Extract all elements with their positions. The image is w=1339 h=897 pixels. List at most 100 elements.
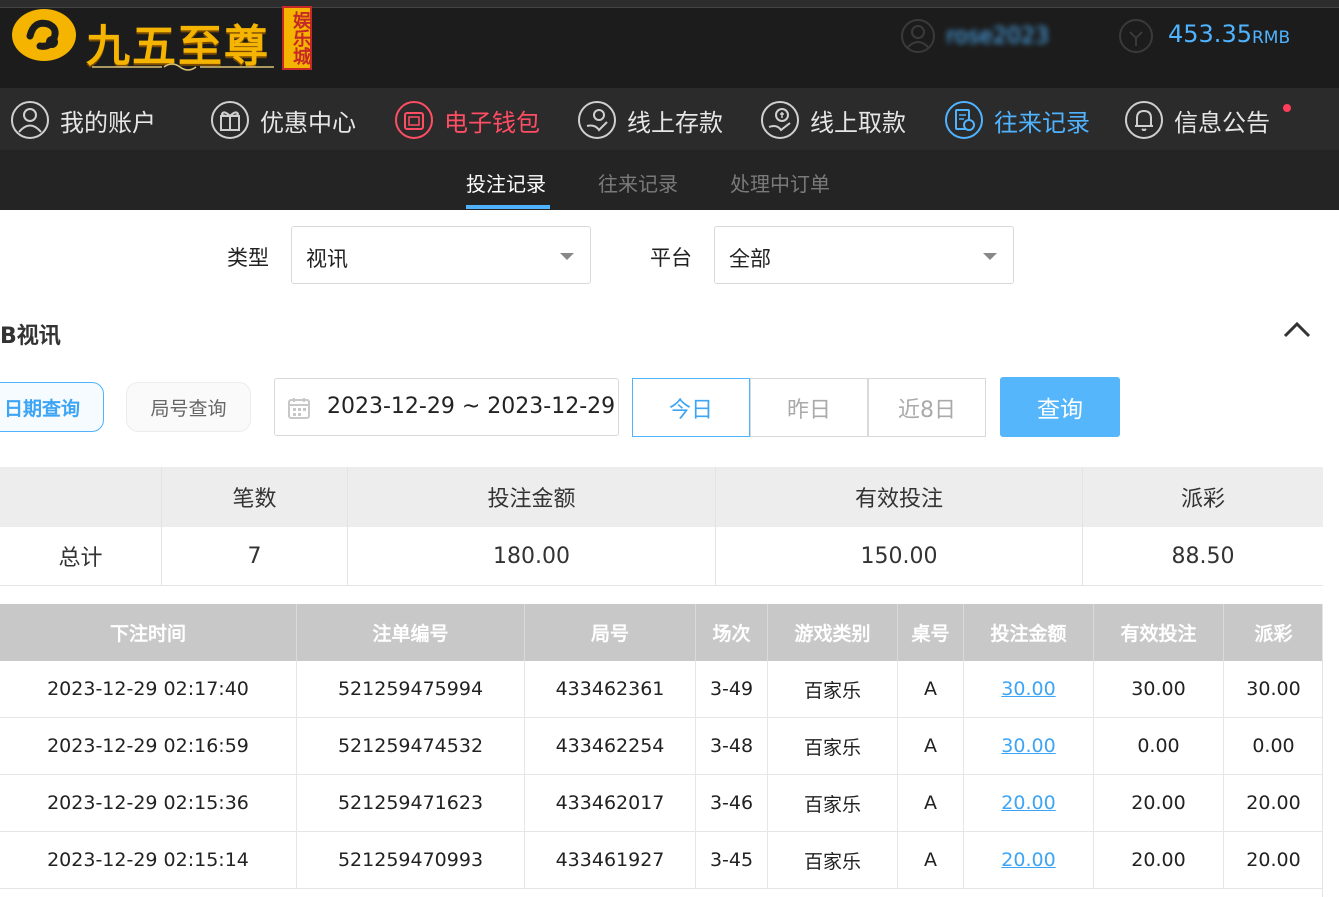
bet-amount-link[interactable]: 30.00: [964, 718, 1094, 774]
round-id-cell: 433462361: [525, 661, 696, 717]
quick-yesterday-button[interactable]: 昨日: [750, 378, 868, 437]
table-row: 2023-12-29 02:15:14 521259470993 4334619…: [0, 832, 1322, 889]
nav-item-transaction-records[interactable]: 往来记录: [944, 100, 1090, 140]
withdraw-icon: [761, 101, 799, 139]
nav-item-my-account[interactable]: 我的账户: [10, 100, 156, 140]
avatar-icon: [901, 19, 935, 53]
quick-date-group: 今日 昨日 近8日: [632, 378, 986, 437]
balance-info[interactable]: 453.35 RMB: [1118, 18, 1318, 54]
valid-bet-cell: 20.00: [1094, 775, 1224, 831]
summary-cell: 7: [162, 527, 348, 585]
type-label: 类型: [227, 246, 269, 270]
records-header-cell: 场次: [696, 604, 768, 661]
records-header-cell: 派彩: [1254, 623, 1293, 645]
table-no-cell: A: [898, 661, 964, 717]
summary-header-cell: 有效投注: [716, 467, 1083, 527]
user-info[interactable]: rose2023: [900, 18, 1070, 54]
table-no-cell: A: [898, 775, 964, 831]
summary-header-cell: 派彩: [1180, 487, 1225, 512]
chevron-down-icon: [560, 253, 574, 260]
nav-label: 线上存款: [627, 108, 723, 137]
records-header-cell: 注单编号: [297, 604, 525, 661]
wallet-icon: [395, 101, 433, 139]
bet-time-cell: 2023-12-29 02:17:40: [0, 661, 297, 717]
bet-id-cell: 521259471623: [297, 775, 525, 831]
bet-id-cell: 521259474532: [297, 718, 525, 774]
round-id-cell: 433462017: [525, 775, 696, 831]
type-select[interactable]: 视讯: [291, 226, 591, 284]
sub-tabs: 投注记录 往来记录 处理中订单: [0, 150, 1339, 210]
balance-value: 453.35: [1168, 20, 1252, 48]
nav-label: 线上取款: [810, 108, 906, 137]
platform-select[interactable]: 全部: [714, 226, 1014, 284]
coin-icon: [1119, 19, 1153, 53]
session-cell: 3-46: [696, 775, 768, 831]
records-header: 下注时间 注单编号 局号 场次 游戏类别 桌号 投注金额 有效投注 派彩: [0, 604, 1322, 661]
nav-label: 电子钱包: [444, 108, 540, 137]
bet-records-table: 下注时间 注单编号 局号 场次 游戏类别 桌号 投注金额 有效投注 派彩 202…: [0, 604, 1323, 897]
nav-label: 信息公告: [1174, 108, 1270, 137]
calendar-icon: [288, 398, 310, 419]
summary-header-cell: 投注金额: [348, 467, 716, 527]
bet-amount-link[interactable]: 20.00: [964, 832, 1094, 888]
chevron-up-icon[interactable]: [1282, 318, 1312, 342]
deposit-icon: [578, 101, 616, 139]
session-cell: 3-49: [696, 661, 768, 717]
summary-table: 笔数 投注金额 有效投注 派彩 总计 7 180.00 150.00 88.50: [0, 467, 1323, 586]
date-query-button[interactable]: 日期查询: [0, 382, 104, 432]
main-nav: 我的账户 优惠中心 电子钱包 线上存款 线上取款 往来记录 信息公告: [0, 88, 1339, 150]
user-icon: [11, 101, 49, 139]
table-no-cell: A: [898, 832, 964, 888]
game-type-cell: 百家乐: [768, 661, 898, 717]
tab-transaction-records[interactable]: 往来记录: [598, 168, 678, 197]
records-header-cell: 局号: [525, 604, 696, 661]
bet-amount-link[interactable]: 30.00: [964, 661, 1094, 717]
chevron-down-icon: [983, 253, 997, 260]
type-select-value: 视讯: [306, 247, 348, 271]
records-header-cell: 桌号: [898, 604, 964, 661]
records-header-cell: 游戏类别: [768, 604, 898, 661]
table-row: 2023-12-29 02:16:59 521259474532 4334622…: [0, 718, 1322, 775]
site-logo[interactable]: 九五至尊 娱乐城: [6, 6, 316, 72]
nav-item-promotions[interactable]: 优惠中心: [210, 100, 356, 140]
records-icon: [945, 101, 983, 139]
records-header-cell: 下注时间: [0, 604, 297, 661]
summary-header: 笔数 投注金额 有效投注 派彩: [0, 467, 1323, 527]
query-button[interactable]: 查询: [1000, 377, 1120, 437]
bet-time-cell: 2023-12-29 02:15:14: [0, 832, 297, 888]
round-query-button[interactable]: 局号查询: [126, 382, 251, 432]
date-range-picker[interactable]: 2023-12-29 ~ 2023-12-29: [274, 378, 619, 436]
top-header: 九五至尊 娱乐城 rose2023 453.35 RMB: [0, 0, 1339, 88]
table-row: 2023-12-29 02:15:36 521259471623 4334620…: [0, 775, 1322, 832]
logo-ornament-icon: [92, 63, 274, 71]
nav-item-e-wallet[interactable]: 电子钱包: [394, 100, 540, 140]
username: rose2023: [946, 24, 1050, 49]
bet-time-cell: 2023-12-29 02:15:36: [0, 775, 297, 831]
session-cell: 3-45: [696, 832, 768, 888]
nav-label: 往来记录: [994, 108, 1090, 137]
nav-item-announcements[interactable]: 信息公告: [1124, 100, 1270, 140]
date-range-value: 2023-12-29 ~ 2023-12-29: [327, 394, 616, 419]
table-row: 2023-12-29 02:17:40 521259475994 4334623…: [0, 661, 1322, 718]
nav-item-online-deposit[interactable]: 线上存款: [577, 100, 723, 140]
bet-id-cell: 521259475994: [297, 661, 525, 717]
logo-subtitle: 娱乐城: [282, 6, 312, 70]
summary-header-cell: 笔数: [162, 467, 348, 527]
round-id-cell: 433461927: [525, 832, 696, 888]
tab-bet-records[interactable]: 投注记录: [466, 168, 546, 197]
game-type-cell: 百家乐: [768, 775, 898, 831]
valid-bet-cell: 20.00: [1094, 832, 1224, 888]
gift-icon: [211, 101, 249, 139]
game-type-cell: 百家乐: [768, 832, 898, 888]
summary-row: 总计 7 180.00 150.00 88.50: [0, 527, 1323, 585]
nav-label: 我的账户: [60, 108, 156, 137]
payout-cell: 20.00: [1246, 849, 1301, 871]
bet-id-cell: 521259470993: [297, 832, 525, 888]
quick-today-button[interactable]: 今日: [632, 378, 750, 437]
nav-item-online-withdraw[interactable]: 线上取款: [760, 100, 906, 140]
notification-dot: [1283, 104, 1291, 112]
payout-cell: 30.00: [1246, 678, 1301, 700]
quick-last-8-days-button[interactable]: 近8日: [868, 378, 986, 437]
bet-amount-link[interactable]: 20.00: [964, 775, 1094, 831]
tab-pending-orders[interactable]: 处理中订单: [730, 168, 830, 197]
